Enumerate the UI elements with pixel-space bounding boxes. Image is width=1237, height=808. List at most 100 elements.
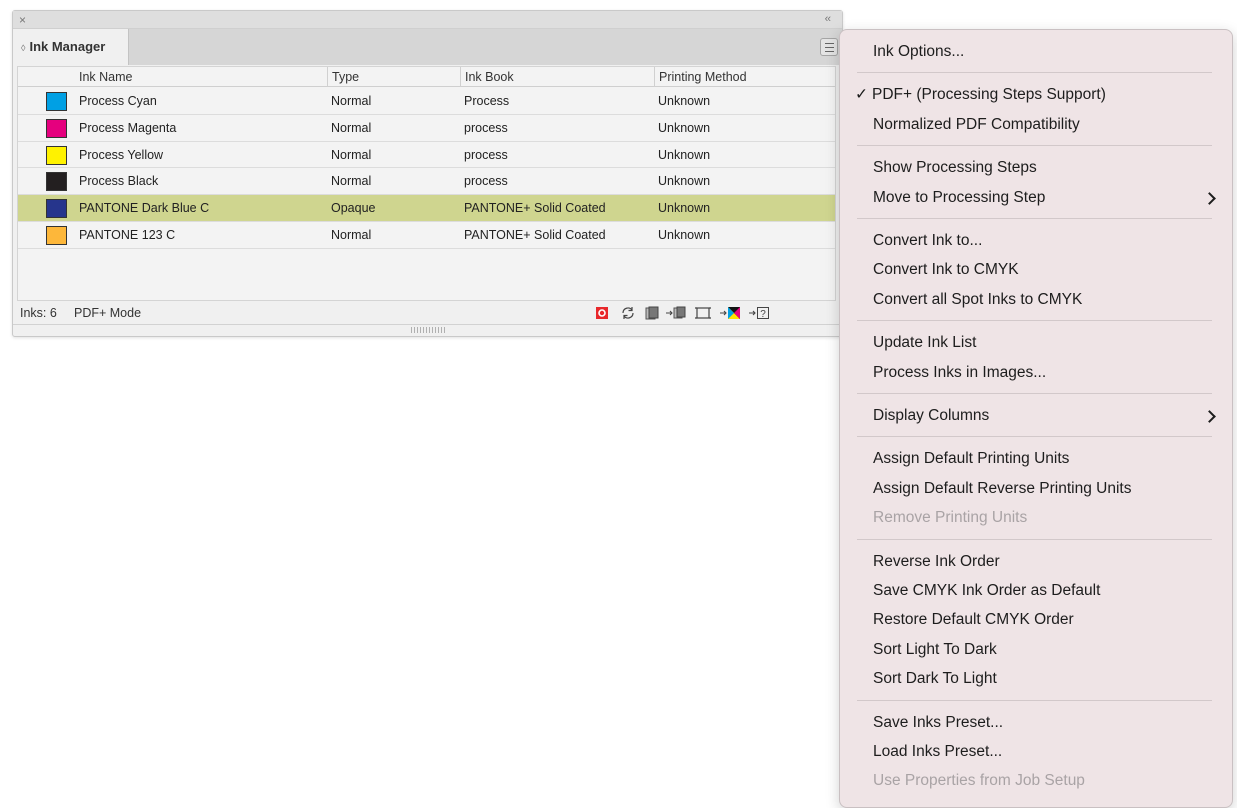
checkmark-icon: ✓ (855, 86, 868, 104)
red-gear-icon[interactable] (595, 305, 609, 321)
column-header-ink-book[interactable]: Ink Book (460, 67, 654, 87)
menu-separator (857, 699, 1212, 701)
menu-separator (857, 320, 1212, 322)
ink-book-cell: PANTONE+ Solid Coated (464, 201, 606, 216)
menu-item-label: Assign Default Reverse Printing Units (873, 479, 1132, 497)
table-header: Ink Name Type Ink Book Printing Method (18, 67, 835, 87)
tab-ink-manager[interactable]: ◊ Ink Manager (13, 29, 129, 65)
menu-item-label: Reverse Ink Order (873, 552, 1000, 570)
close-icon[interactable]: × (19, 12, 26, 28)
ink-book-cell: process (464, 174, 508, 189)
mode-label: PDF+ Mode (74, 306, 142, 320)
menu-separator (857, 436, 1212, 438)
menu-item-label: Normalized PDF Compatibility (873, 115, 1080, 133)
menu-item-label: Display Columns (873, 407, 990, 424)
refresh-icon[interactable] (620, 305, 636, 321)
menu-item-move-to-processing-step[interactable]: Move to Processing Step (873, 187, 1045, 209)
ink-type-cell: Opaque (331, 201, 376, 216)
menu-item-use-properties-from-job-setup: Use Properties from Job Setup (873, 770, 1085, 792)
menu-item-restore-default-cmyk-order[interactable]: Restore Default CMYK Order (873, 609, 1074, 631)
collapse-panel-icon[interactable]: ‹‹ (825, 11, 831, 27)
table-row[interactable]: Process Black Normal process Unknown (18, 168, 835, 196)
menu-item-convert-all-spot-inks-to-cmyk[interactable]: Convert all Spot Inks to CMYK (873, 289, 1082, 311)
table-row[interactable]: PANTONE Dark Blue C Opaque PANTONE+ Solid … (18, 195, 835, 222)
ink-rows: Process Cyan Normal Process Unknown Process … (18, 88, 835, 249)
menu-item-show-processing-steps[interactable]: Show Processing Steps (873, 157, 1037, 179)
menu-item-label: Update Ink List (873, 334, 977, 352)
table-row[interactable]: PANTONE 123 C Normal PANTONE+ Solid Coated… (18, 222, 835, 249)
menu-separator (857, 218, 1212, 219)
ink-book-cell: process (464, 120, 508, 135)
menu-item-process-inks-in-images[interactable]: Process Inks in Images... (873, 362, 1046, 384)
menu-item-label: Convert Ink to CMYK (873, 261, 1019, 279)
menu-item-label: Remove Printing Units (873, 509, 1028, 527)
ink-manager-panel: × ‹‹ ◊ Ink Manager Ink Name Type Ink Book… (12, 10, 843, 337)
menu-item-load-inks-preset[interactable]: Load Inks Preset... (873, 741, 1002, 763)
ink-type-cell: Normal (331, 174, 372, 189)
panel-title-bar: × ‹‹ (13, 11, 842, 29)
convert-to-cmyk-icon[interactable] (719, 305, 741, 321)
menu-item-label: Show Processing Steps (873, 159, 1037, 177)
ink-swatch (46, 92, 67, 111)
image-inks-icon[interactable] (644, 305, 660, 321)
menu-item-display-columns[interactable]: Display Columns (873, 405, 989, 427)
help-icon[interactable]: ? (748, 305, 770, 321)
ink-name-cell: Process Cyan (79, 94, 157, 108)
table-row[interactable]: Process Yellow Normal process Unknown (18, 142, 835, 169)
hamburger-icon-line (825, 51, 834, 52)
menu-item-convert-ink-to-cmyk[interactable]: Convert Ink to CMYK (873, 259, 1019, 281)
menu-item-label: Convert all Spot Inks to CMYK (873, 290, 1083, 308)
table-row[interactable]: Process Cyan Normal Process Unknown (18, 88, 835, 115)
svg-text:?: ? (760, 309, 766, 320)
hamburger-icon-line (825, 47, 834, 48)
menu-item-label: Save Inks Preset... (873, 713, 1004, 731)
menu-item-label: Assign Default Printing Units (873, 450, 1070, 468)
printing-method-cell: Unknown (658, 94, 711, 108)
menu-item-label: Save CMYK Ink Order as Default (873, 582, 1101, 599)
menu-item-update-ink-list[interactable]: Update Ink List (873, 332, 976, 354)
chevron-right-icon (1203, 191, 1216, 205)
tab-label: Ink Manager (29, 39, 106, 54)
menu-item-normalized-pdf-compatibility[interactable]: Normalized PDF Compatibility (873, 114, 1080, 136)
table-row[interactable]: Process Magenta Normal process Unknown (18, 115, 835, 142)
menu-item-label: Load Inks Preset... (873, 743, 1003, 760)
ink-book-cell: PANTONE+ Solid Coated (464, 227, 606, 242)
printing-method-cell: Unknown (658, 174, 711, 189)
panel-menu-button[interactable] (820, 38, 838, 56)
ink-swatch (46, 118, 67, 138)
ink-name-cell: PANTONE 123 C (79, 227, 176, 242)
menu-item-sort-dark-to-light[interactable]: Sort Dark To Light (873, 668, 997, 690)
menu-item-assign-default-reverse-printing-units[interactable]: Assign Default Reverse Printing Units (873, 478, 1131, 500)
ink-name-cell: Process Black (79, 174, 159, 189)
menu-item-save-inks-preset[interactable]: Save Inks Preset... (873, 712, 1003, 734)
menu-item-remove-printing-units: Remove Printing Units (873, 507, 1027, 529)
tab-grip-icon: ◊ (21, 43, 26, 53)
menu-item-convert-ink-to[interactable]: Convert Ink to... (873, 230, 982, 252)
resize-grip[interactable] (411, 327, 445, 333)
menu-item-sort-light-to-dark[interactable]: Sort Light To Dark (873, 639, 997, 661)
ink-swatch (46, 225, 67, 245)
column-header-ink-name[interactable]: Ink Name (75, 67, 327, 87)
ink-swatch (46, 145, 67, 165)
ink-type-cell: Normal (331, 120, 372, 135)
menu-item-reverse-ink-order[interactable]: Reverse Ink Order (873, 551, 1000, 573)
menu-item-label: Ink Options... (873, 43, 965, 60)
ink-type-cell: Normal (331, 94, 372, 108)
panel-flyout-menu: Ink Options... ✓ PDF+ (Processing Steps Su… (839, 29, 1233, 808)
printing-method-cell: Unknown (658, 120, 711, 135)
move-to-image-icon[interactable] (665, 305, 687, 321)
menu-item-pdf-processing-steps-support[interactable]: ✓ PDF+ (Processing Steps Support) (855, 84, 1106, 106)
menu-item-label: Convert Ink to... (873, 232, 983, 249)
ink-book-cell: process (464, 147, 508, 162)
menu-item-assign-default-printing-units[interactable]: Assign Default Printing Units (873, 448, 1069, 470)
menu-separator (857, 538, 1212, 540)
menu-item-ink-options[interactable]: Ink Options... (873, 41, 964, 63)
menu-item-save-cmyk-ink-order-as-default[interactable]: Save CMYK Ink Order as Default (873, 580, 1100, 602)
ink-swatch (46, 172, 67, 192)
frame-icon[interactable] (694, 305, 712, 321)
column-header-printing-method[interactable]: Printing Method (654, 67, 837, 87)
column-header-type[interactable]: Type (327, 67, 460, 87)
menu-item-label: Restore Default CMYK Order (873, 611, 1074, 629)
menu-item-label: Use Properties from Job Setup (873, 772, 1085, 790)
printing-method-cell: Unknown (658, 201, 711, 216)
